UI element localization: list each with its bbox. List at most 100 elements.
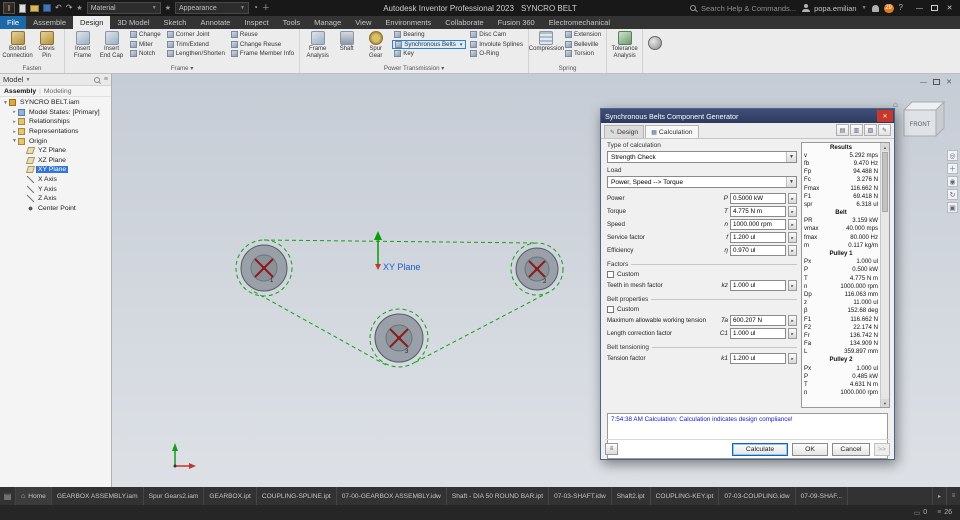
ribbon-item-reuse[interactable]: Reuse — [229, 30, 296, 40]
notifications-icon[interactable] — [871, 4, 879, 12]
ribbon-item-bearing[interactable]: Bearing — [392, 30, 466, 40]
browser-search-icon[interactable] — [93, 76, 100, 83]
ok-button[interactable]: OK — [792, 442, 828, 456]
cancel-button[interactable]: Cancel — [832, 442, 870, 456]
minimize-button[interactable]: — — [912, 1, 927, 15]
ribbon-tab-sketch[interactable]: Sketch — [157, 16, 194, 29]
field-efficiency-input[interactable]: 0.970 ul — [730, 245, 786, 256]
split-view-icon[interactable]: ▥ — [850, 124, 863, 136]
ribbon-tab-assemble[interactable]: Assemble — [26, 16, 73, 29]
navigation-wheel-icon[interactable]: ◎ — [947, 150, 958, 161]
doc-tab-07-03-coupling-idw[interactable]: 07-03-COUPLING.idw — [719, 487, 796, 505]
tree-item-z-axis[interactable]: Z Axis — [0, 194, 111, 204]
maximize-button[interactable] — [927, 1, 942, 15]
ribbon-item-change-reuse[interactable]: Change Reuse — [229, 40, 296, 50]
table-view-icon[interactable]: ▧ — [864, 124, 877, 136]
doc-tab-coupling-key-ipt[interactable]: COUPLING-KEY.ipt — [651, 487, 720, 505]
ribbon-tab-3d-model[interactable]: 3D Model — [110, 16, 156, 29]
field-service-factor-input[interactable]: 1.200 ul — [730, 232, 786, 243]
help-icon[interactable]: ? — [899, 3, 903, 13]
ribbon-tab-environments[interactable]: Environments — [378, 16, 438, 29]
ribbon-tab-electromechanical[interactable]: Electromechanical — [542, 16, 617, 29]
user-account-button[interactable]: popa.emilian — [814, 4, 857, 13]
pulley-2[interactable]: 2 — [515, 247, 559, 291]
ribbon-item-synchronous-belts[interactable]: Synchronous Belts ▼ — [392, 39, 467, 49]
ribbon-tab-design[interactable]: Design — [73, 16, 111, 29]
ribbon-item-miter[interactable]: Miter — [128, 40, 163, 50]
clevis-pin-button[interactable]: Clevis Pin — [32, 30, 61, 60]
tree-item-yz-plane[interactable]: YZ Plane — [0, 146, 111, 156]
ribbon-item-trim-extend[interactable]: Trim/Extend — [165, 40, 227, 50]
help-search-input[interactable]: Search Help & Commands... — [701, 4, 796, 13]
ribbon-item-involute-splines[interactable]: Involute Splines — [468, 40, 525, 50]
doc-tab-coupling-spline-ipt[interactable]: COUPLING-SPLINE.ipt — [257, 487, 337, 505]
insert-end-cap-button[interactable]: Insert End Cap — [97, 30, 126, 60]
look-at-icon[interactable]: ▣ — [947, 202, 958, 213]
tree-item-y-axis[interactable]: Y Axis — [0, 184, 111, 194]
field-flyout-button[interactable]: ▸ — [788, 315, 797, 326]
edit-view-icon[interactable]: ✎ — [878, 124, 891, 136]
pulley-1[interactable]: 1 — [240, 244, 288, 292]
calculate-button[interactable]: Calculate — [732, 442, 788, 456]
redo-icon[interactable]: ↷ — [66, 3, 73, 13]
ribbon-tab-inspect[interactable]: Inspect — [237, 16, 275, 29]
tree-item-syncro-belt-iam[interactable]: ▼ SYNCRO BELT.iam — [0, 98, 111, 108]
scrollbar-thumb[interactable] — [882, 152, 888, 212]
field-flyout-button[interactable]: ▸ — [788, 353, 797, 364]
spur-gear-button[interactable]: Spur Gear — [361, 30, 390, 60]
round-tool-button[interactable] — [648, 36, 663, 50]
field-speed-input[interactable]: 1000.000 rpm — [730, 219, 786, 230]
ribbon-tab-tools[interactable]: Tools — [276, 16, 308, 29]
dialog-close-button[interactable]: ✕ — [877, 110, 893, 122]
doc-close-icon[interactable]: ✕ — [946, 78, 952, 86]
tree-item-model-states-primary[interactable]: ▸ Model States: [Primary] — [0, 108, 111, 118]
material-favorites-icon[interactable]: ★ — [76, 4, 82, 12]
measure-icon[interactable]: ＋ — [262, 3, 270, 13]
ribbon-group-label[interactable]: Power Transmission ▾ — [300, 64, 528, 73]
status-notifications[interactable]: ▭ 0 — [914, 509, 928, 517]
appearance-favorites-icon[interactable]: ★ — [165, 4, 171, 12]
doc-tab-spur-gears2-iam[interactable]: Spur Gears2.iam — [144, 487, 205, 505]
tree-item-xz-plane[interactable]: XZ Plane — [0, 156, 111, 166]
ribbon-group-label[interactable]: Spring — [529, 64, 606, 73]
compression-button[interactable]: Compression — [529, 30, 564, 53]
doc-tab-07-03-shaft-idw[interactable]: 07-03-SHAFT.idw — [549, 487, 612, 505]
scroll-down-icon[interactable]: ▼ — [881, 399, 889, 407]
bolted-connection-button[interactable]: Bolted Connection — [2, 30, 33, 60]
ribbon-item-lengthen-shorten[interactable]: Lengthen/Shorten — [165, 49, 227, 59]
viewcube-front-face[interactable]: FRONT — [910, 122, 931, 128]
appearance-select[interactable]: Appearance ▼ — [174, 2, 249, 14]
tree-item-x-axis[interactable]: X Axis — [0, 175, 111, 185]
pan-icon[interactable]: ＋ — [947, 163, 958, 174]
doc-tab-07-00-gearbox-assembly-idw[interactable]: 07-00-GEARBOX ASSEMBLY.idw — [337, 487, 447, 505]
browser-tab-modeling[interactable]: Modeling — [44, 88, 72, 95]
scroll-up-icon[interactable]: ▲ — [881, 143, 889, 151]
tab-calculation[interactable]: ▦ Calculation — [645, 125, 699, 138]
field-flyout-button[interactable]: ▸ — [788, 193, 797, 204]
material-select[interactable]: Material ▼ — [86, 2, 161, 14]
field-teeth-in-mesh-factor-input[interactable]: 1.000 ul — [730, 280, 786, 291]
tree-item-center-point[interactable]: Center Point — [0, 204, 111, 214]
orbit-icon[interactable]: ↻ — [947, 189, 958, 200]
tab-list-icon[interactable]: ≡ — [946, 487, 960, 505]
status-occurrences[interactable]: ≡ 26 — [937, 509, 952, 516]
ribbon-tab-collaborate[interactable]: Collaborate — [438, 16, 490, 29]
ribbon-item-belleville[interactable]: Belleville — [563, 40, 603, 50]
browser-tab-assembly[interactable]: Assembly — [4, 88, 36, 95]
message-area-toggle-icon[interactable]: ≡ — [605, 443, 618, 455]
ribbon-item-frame-member-info[interactable]: Frame Member Info — [229, 49, 296, 59]
ribbon-group-label[interactable]: Fasten — [0, 64, 64, 73]
zoom-icon[interactable]: ◉ — [947, 176, 958, 187]
ribbon-tab-manage[interactable]: Manage — [307, 16, 348, 29]
ribbon-item-disc-cam[interactable]: Disc Cam — [468, 30, 525, 40]
tree-item-origin[interactable]: ▼ Origin — [0, 136, 111, 146]
chevron-down-icon[interactable]: ▼ — [25, 77, 30, 83]
ribbon-item-torsion[interactable]: Torsion — [563, 49, 603, 59]
doc-restore-icon[interactable] — [933, 79, 941, 85]
tolerance-analysis-button[interactable]: Tolerance Analysis — [610, 30, 639, 60]
custom-factors-checkbox[interactable] — [607, 270, 614, 278]
custom-belt-checkbox[interactable] — [607, 305, 614, 313]
pulley-3[interactable]: 3 — [374, 313, 424, 363]
save-icon[interactable] — [43, 4, 51, 12]
close-button[interactable]: ✕ — [942, 1, 957, 15]
